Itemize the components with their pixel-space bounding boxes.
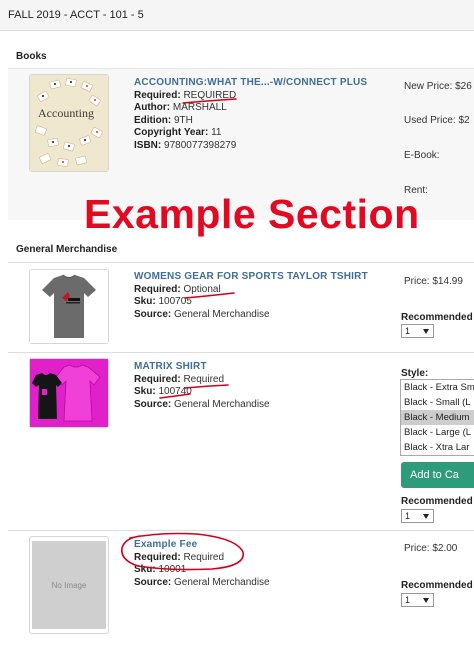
underline-annotation bbox=[182, 98, 237, 104]
underline-annotation bbox=[159, 393, 191, 399]
underline-annotation bbox=[184, 384, 229, 389]
annotation-marks bbox=[121, 98, 244, 571]
circle-annotation bbox=[121, 532, 244, 571]
underline-annotation bbox=[184, 292, 235, 299]
example-section-banner: Example Section bbox=[84, 191, 420, 237]
